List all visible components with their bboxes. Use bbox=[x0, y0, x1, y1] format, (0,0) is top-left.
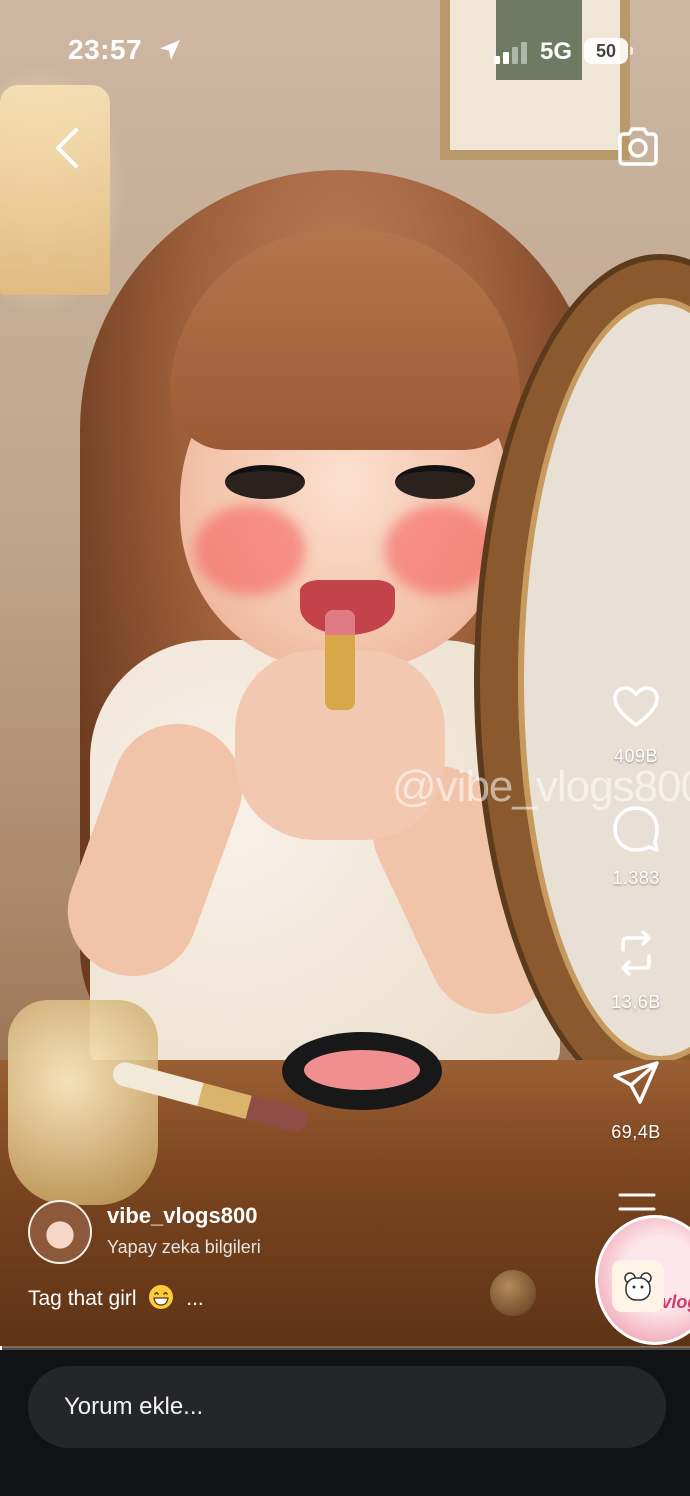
eye-left bbox=[225, 465, 305, 499]
eye-right bbox=[395, 465, 475, 499]
reel-video[interactable]: @vibe_vlogs800 bbox=[0, 0, 690, 1348]
more-options-icon[interactable] bbox=[618, 1192, 656, 1212]
wall-picture bbox=[440, 0, 630, 160]
caption-more[interactable]: ... bbox=[186, 1287, 204, 1310]
blush-compact bbox=[282, 1032, 442, 1110]
author-username[interactable]: vibe_vlogs800 bbox=[107, 1203, 257, 1229]
cheek-left bbox=[195, 505, 305, 595]
paper-plane-icon bbox=[613, 1061, 659, 1104]
repost-button[interactable]: 13,6B bbox=[591, 928, 681, 1013]
camera-icon[interactable] bbox=[614, 124, 662, 170]
bear-sticker-icon bbox=[612, 1260, 664, 1312]
drawer-knob bbox=[490, 1270, 536, 1316]
grinning-face-emoji-icon bbox=[149, 1285, 174, 1309]
repost-icon bbox=[621, 930, 651, 976]
network-type: 5G bbox=[540, 38, 573, 65]
caption[interactable]: Tag that girl ... bbox=[28, 1284, 204, 1311]
author-avatar[interactable] bbox=[28, 1200, 92, 1264]
battery-icon: 50 bbox=[584, 38, 633, 64]
like-count: 409B bbox=[613, 746, 659, 766]
share-button[interactable]: 69,4B bbox=[591, 1058, 681, 1143]
comment-input[interactable] bbox=[28, 1366, 666, 1448]
heart-icon bbox=[613, 686, 659, 727]
like-button[interactable]: 409B bbox=[591, 682, 681, 767]
share-count: 69,4B bbox=[611, 1122, 661, 1142]
signal-icon bbox=[494, 40, 530, 64]
comment-bubble-icon bbox=[613, 806, 659, 852]
comment-count: 1.383 bbox=[612, 868, 660, 888]
lamp bbox=[0, 85, 110, 295]
perfume-bottle bbox=[8, 1000, 158, 1205]
caption-text: Tag that girl bbox=[28, 1287, 137, 1310]
author-subtitle: Yapay zeka bilgileri bbox=[107, 1237, 261, 1257]
repost-count: 13,6B bbox=[611, 992, 661, 1012]
location-arrow-icon bbox=[160, 40, 180, 60]
lipstick bbox=[325, 610, 355, 710]
back-button[interactable] bbox=[48, 126, 88, 170]
comment-button[interactable]: 1.383 bbox=[591, 804, 681, 889]
status-time: 23:57 bbox=[68, 34, 143, 65]
cheek-right bbox=[385, 505, 495, 595]
